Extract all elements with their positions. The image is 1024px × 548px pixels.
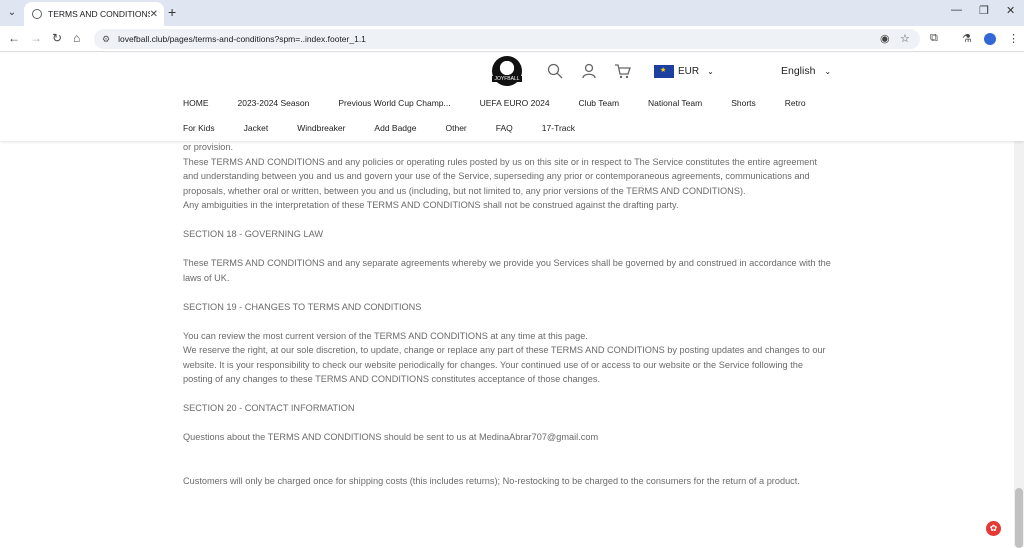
paragraph: These TERMS AND CONDITIONS and any polic… bbox=[183, 156, 817, 196]
nav-jacket[interactable]: Jacket bbox=[244, 123, 269, 133]
url-text: lovefball.club/pages/terms-and-condition… bbox=[118, 34, 366, 44]
tab-search-icon[interactable]: ⌄ bbox=[4, 4, 20, 20]
minimize-icon[interactable]: — bbox=[951, 4, 962, 16]
nav-national-team[interactable]: National Team bbox=[648, 98, 702, 108]
chevron-down-icon: ⌄ bbox=[707, 67, 714, 76]
contact-paragraph: Questions about the TERMS AND CONDITIONS… bbox=[183, 432, 599, 442]
forward-icon[interactable]: → bbox=[30, 31, 42, 45]
restore-icon[interactable]: ❐ bbox=[979, 4, 989, 17]
site-header: JOYFBALL EUR ⌄ English ⌄ HOME 2023-2024 … bbox=[0, 53, 1024, 141]
account-icon[interactable] bbox=[581, 63, 597, 79]
menu-icon[interactable]: ⋮ bbox=[1008, 32, 1019, 45]
chevron-down-icon: ⌄ bbox=[824, 67, 832, 76]
nav-previous-world-cup[interactable]: Previous World Cup Champ... bbox=[338, 98, 450, 108]
nav-other[interactable]: Other bbox=[446, 123, 467, 133]
paragraph: These TERMS AND CONDITIONS and any separ… bbox=[183, 258, 831, 283]
bookmark-star-icon[interactable]: ☆ bbox=[900, 32, 910, 45]
extensions-icon[interactable]: ⧉ bbox=[930, 32, 938, 45]
chat-widget-icon[interactable]: ✿ bbox=[986, 521, 1001, 536]
scrollbar-thumb[interactable] bbox=[1015, 488, 1023, 548]
nav-faq[interactable]: FAQ bbox=[496, 123, 513, 133]
cart-icon[interactable] bbox=[614, 63, 631, 79]
profile-avatar[interactable] bbox=[984, 33, 996, 45]
site-info-icon[interactable]: ⚙ bbox=[102, 34, 110, 45]
paragraph: You can review the most current version … bbox=[183, 330, 588, 341]
close-tab-icon[interactable]: ✕ bbox=[150, 9, 158, 20]
paragraph: Any ambiguities in the interpretation of… bbox=[183, 200, 679, 210]
search-icon[interactable] bbox=[547, 63, 563, 79]
close-window-icon[interactable]: ✕ bbox=[1006, 4, 1015, 17]
browser-toolbar: ← → ↻ ⌂ ⚙ lovefball.club/pages/terms-and… bbox=[0, 26, 1024, 52]
nav-2023-2024-season[interactable]: 2023-2024 Season bbox=[238, 98, 310, 108]
nav-add-badge[interactable]: Add Badge bbox=[374, 123, 416, 133]
nav-uefa-euro-2024[interactable]: UEFA EURO 2024 bbox=[480, 98, 550, 108]
main-nav-row-1: HOME 2023-2024 Season Previous World Cup… bbox=[183, 98, 806, 108]
terms-content: or provision. These TERMS AND CONDITIONS… bbox=[183, 140, 833, 488]
tab-title: TERMS AND CONDITIONS bbox=[48, 9, 150, 19]
nav-for-kids[interactable]: For Kids bbox=[183, 123, 215, 133]
paragraph: We reserve the right, at our sole discre… bbox=[183, 345, 826, 384]
shipping-note: Customers will only be charged once for … bbox=[183, 475, 800, 486]
site-logo[interactable]: JOYFBALL bbox=[492, 56, 522, 86]
browser-tab[interactable]: TERMS AND CONDITIONS ✕ bbox=[24, 2, 164, 26]
section-heading-19: SECTION 19 - CHANGES TO TERMS AND CONDIT… bbox=[183, 301, 422, 312]
main-nav-row-2: For Kids Jacket Windbreaker Add Badge Ot… bbox=[183, 123, 575, 133]
back-icon[interactable]: ← bbox=[8, 31, 20, 45]
browser-tab-bar: ⌄ TERMS AND CONDITIONS ✕ + — ❐ ✕ bbox=[0, 0, 1024, 26]
address-bar[interactable]: ⚙ lovefball.club/pages/terms-and-conditi… bbox=[94, 29, 920, 49]
reload-icon[interactable]: ↻ bbox=[52, 31, 62, 45]
section-heading-20: SECTION 20 - CONTACT INFORMATION bbox=[183, 403, 355, 413]
nav-home[interactable]: HOME bbox=[183, 98, 209, 108]
logo-text: JOYFBALL bbox=[492, 76, 522, 82]
nav-retro[interactable]: Retro bbox=[785, 98, 806, 108]
language-selector[interactable]: English ⌄ bbox=[781, 65, 831, 77]
paragraph: or provision. bbox=[183, 142, 234, 152]
nav-17-track[interactable]: 17-Track bbox=[542, 123, 575, 133]
new-tab-button[interactable]: + bbox=[168, 4, 176, 20]
language-label: English bbox=[781, 65, 816, 77]
currency-selector[interactable]: EUR ⌄ bbox=[654, 65, 714, 78]
nav-windbreaker[interactable]: Windbreaker bbox=[297, 123, 345, 133]
currency-label: EUR bbox=[678, 66, 700, 77]
labs-icon[interactable]: ⚗ bbox=[962, 32, 972, 45]
nav-shorts[interactable]: Shorts bbox=[731, 98, 756, 108]
globe-icon bbox=[32, 9, 42, 19]
home-icon[interactable]: ⌂ bbox=[73, 31, 80, 45]
eye-off-icon[interactable]: ◉ bbox=[880, 32, 890, 45]
nav-club-team[interactable]: Club Team bbox=[579, 98, 619, 108]
section-heading-18: SECTION 18 - GOVERNING LAW bbox=[183, 229, 324, 239]
eu-flag-icon bbox=[654, 65, 674, 78]
